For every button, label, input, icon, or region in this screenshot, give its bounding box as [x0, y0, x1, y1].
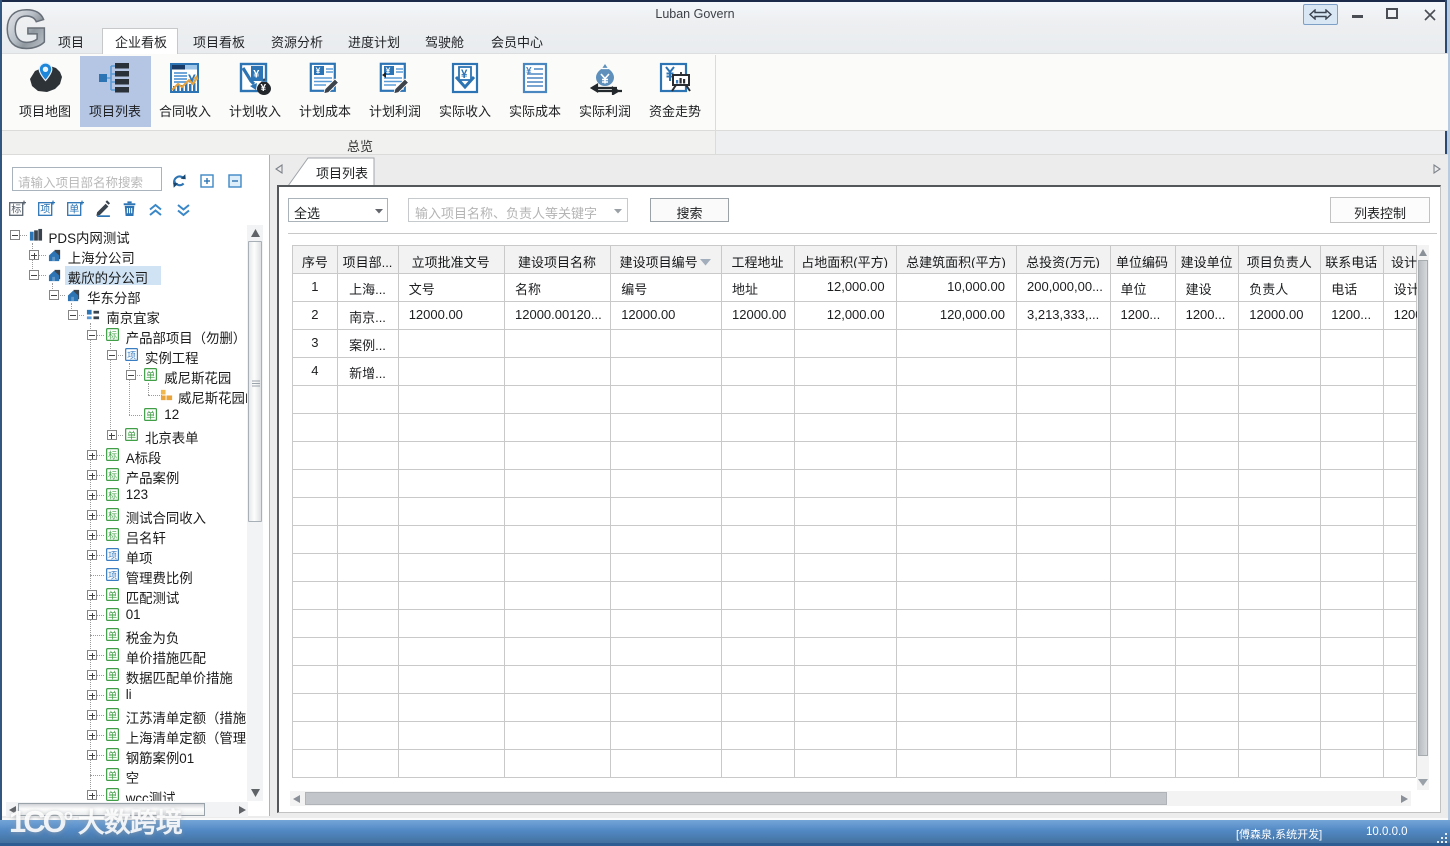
svg-text:单: 单: [108, 629, 117, 640]
svg-text:单: 单: [108, 709, 117, 720]
svg-text:单: 单: [108, 589, 117, 600]
svg-text:¥: ¥: [461, 69, 468, 81]
svg-text:¥: ¥: [386, 66, 391, 76]
svg-text:标: 标: [11, 204, 21, 216]
svg-text:单: 单: [108, 649, 117, 660]
svg-text:项: 项: [40, 204, 50, 216]
svg-text:¥: ¥: [253, 69, 260, 81]
svg-text:项: 项: [108, 550, 117, 560]
svg-text:单: 单: [146, 409, 155, 420]
svg-text:单: 单: [108, 749, 117, 760]
svg-text:单: 单: [108, 789, 117, 800]
svg-text:单: 单: [108, 669, 117, 680]
svg-text:单: 单: [127, 429, 136, 440]
svg-text:G: G: [6, 2, 48, 54]
svg-text:单: 单: [108, 609, 117, 620]
svg-text:标: 标: [108, 449, 117, 460]
svg-text:标: 标: [108, 529, 117, 540]
svg-text:项: 项: [127, 350, 136, 360]
svg-text:项: 项: [108, 570, 117, 580]
svg-text:¥: ¥: [261, 83, 267, 94]
svg-text:标: 标: [108, 489, 117, 500]
svg-text:单: 单: [69, 204, 79, 216]
svg-text:标: 标: [108, 509, 117, 520]
svg-text:标: 标: [108, 329, 117, 340]
svg-text:单: 单: [108, 729, 117, 740]
svg-text:标: 标: [108, 469, 117, 480]
svg-text:单: 单: [108, 769, 117, 780]
svg-text:单: 单: [146, 369, 155, 380]
svg-text:单: 单: [108, 689, 117, 700]
svg-text:¥: ¥: [526, 66, 532, 77]
svg-text:¥: ¥: [316, 66, 321, 76]
